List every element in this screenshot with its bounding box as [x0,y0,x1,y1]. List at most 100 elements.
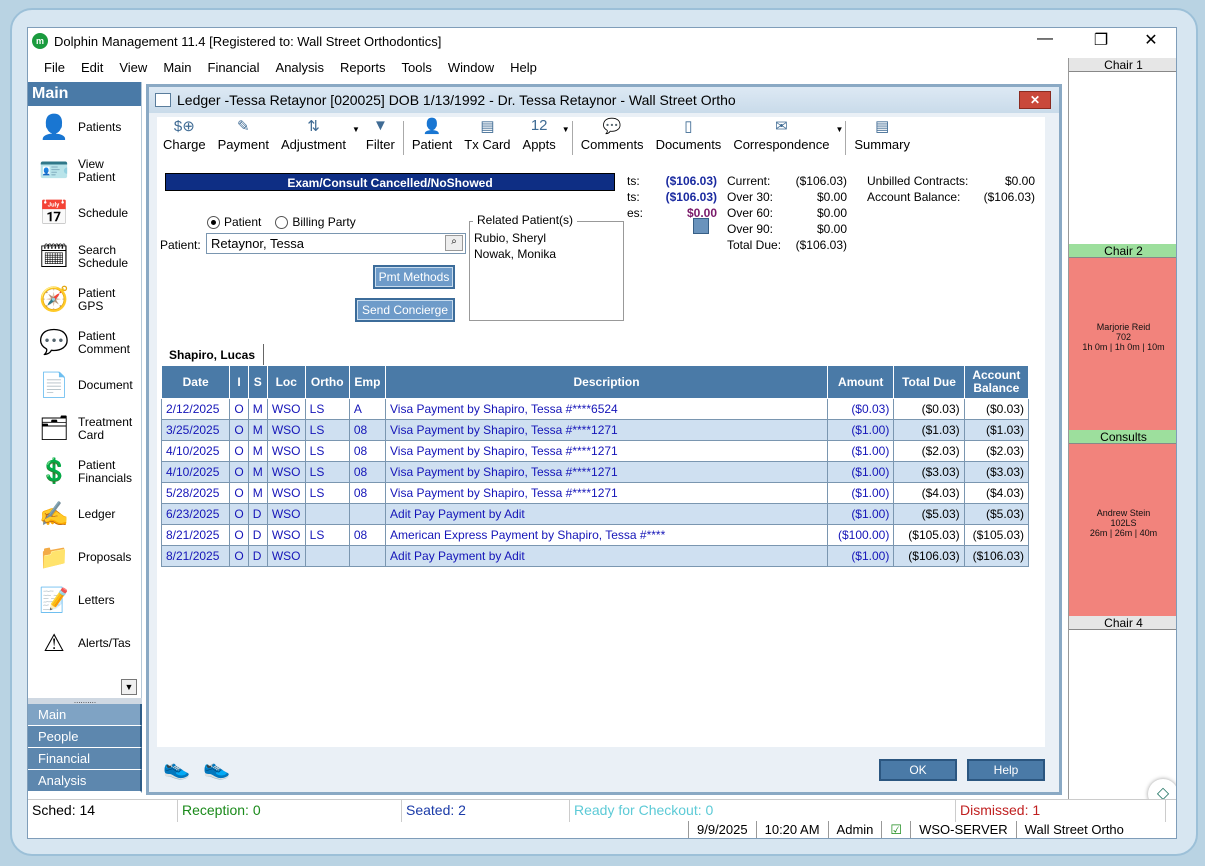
column-header[interactable]: I [229,365,249,399]
menu-edit[interactable]: Edit [73,60,111,75]
nav-item-view-patient[interactable]: 🪪 View Patient [28,149,141,192]
appointment-block[interactable]: Andrew Stein 102LS 26m | 26m | 40m [1069,444,1176,616]
system-info-bar: 9/9/2025 10:20 AM Admin ☑ WSO-SERVER Wal… [688,821,1132,838]
chair-2-header: Chair 2 [1069,244,1176,258]
table-row[interactable]: 6/23/2025 O D WSO Adit Pay Payment by Adit ($… [160,503,1030,525]
comments-button[interactable]: 💬 Comments [575,117,650,152]
shoe-icon[interactable]: 👟 [203,755,230,781]
nav-item-document[interactable]: 📄 Document [28,364,141,407]
table-cell: M [247,419,268,441]
filter-button[interactable]: ▼ Filter [360,117,401,152]
menu-view[interactable]: View [111,60,155,75]
appointment-patient: Andrew Stein [1096,508,1151,518]
toolbar-button-label: Tx Card [464,137,511,152]
related-patient-item[interactable]: Nowak, Monika [470,246,623,262]
table-cell: LS [304,524,350,546]
column-header[interactable]: Account Balance [963,365,1030,399]
ok-button[interactable]: OK [879,759,957,781]
correspondence-button[interactable]: ✉ Correspondence [727,117,835,152]
nav-item-patient-comment[interactable]: 💬 Patient Comment [28,321,141,364]
table-row[interactable]: 8/21/2025 O D WSO LS 08 American Express Payme… [160,524,1030,546]
nav-item-patient-gps[interactable]: 🧭 Patient GPS [28,278,141,321]
tx-card-button[interactable]: ▤ Tx Card [458,117,516,152]
charge-button[interactable]: $⊕ Charge [157,117,212,152]
table-cell: LS [304,482,350,504]
table-cell: WSO [266,482,306,504]
menu-tools[interactable]: Tools [393,60,439,75]
close-button[interactable]: ✕ [1136,30,1166,50]
nav-tab-people[interactable]: People [28,726,142,748]
payment-button[interactable]: ✎ Payment [212,117,275,152]
table-cell: M [247,440,268,462]
nav-scroll-down-button[interactable]: ▼ [121,679,137,695]
ledger-title-bar: Ledger -Tessa Retaynor [020025] DOB 1/13… [149,87,1059,113]
column-header[interactable]: Amount [827,365,895,399]
menu-file[interactable]: File [28,60,73,75]
toolbar-button-label: Summary [854,137,910,152]
table-row[interactable]: 2/12/2025 O M WSO LS A Visa Payment by Shapiro… [160,398,1030,420]
send-concierge-button[interactable]: Send Concierge [355,298,455,322]
menu-analysis[interactable]: Analysis [268,60,332,75]
column-header[interactable]: Loc [266,365,306,399]
patient-button[interactable]: 👤 Patient [406,117,458,152]
refresh-totals-button[interactable] [693,218,709,234]
menu-reports[interactable]: Reports [332,60,394,75]
tab-shapiro-lucas[interactable]: Shapiro, Lucas [161,344,265,366]
dropdown-arrow-icon[interactable]: ▼ [352,125,360,134]
pmt-methods-button[interactable]: Pmt Methods [373,265,455,289]
adjustment-button[interactable]: ⇅ Adjustment [275,117,352,152]
nav-item-schedule[interactable]: 📅 Schedule [28,192,141,235]
table-cell: 6/23/2025 [160,503,231,525]
menu-help[interactable]: Help [502,60,545,75]
patient-lookup-icon[interactable]: ⌕ [445,235,463,251]
menu-main[interactable]: Main [155,60,199,75]
nav-item-letters[interactable]: 📝 Letters [28,579,141,622]
patient-radio[interactable] [207,215,220,229]
table-cell: ($3.03) [893,461,965,483]
column-header[interactable]: Total Due [893,365,965,399]
nav-item-search-schedule[interactable]: 🗓 Search Schedule [28,235,141,278]
nav-tab-main[interactable]: Main [28,704,142,726]
nav-tab-financial[interactable]: Financial [28,748,142,770]
alert-icon: ⚠ [43,630,65,657]
table-cell: ($1.00) [827,440,895,462]
help-button[interactable]: Help [967,759,1045,781]
column-header[interactable]: Ortho [304,365,350,399]
nav-item-ledger[interactable]: ✍ Ledger [28,493,141,536]
menu-window[interactable]: Window [440,60,502,75]
table-row[interactable]: 4/10/2025 O M WSO LS 08 Visa Payment by Shapir… [160,461,1030,483]
appointment-block[interactable]: Marjorie Reid 702 1h 0m | 1h 0m | 10m [1069,258,1176,430]
table-row[interactable]: 4/10/2025 O M WSO LS 08 Visa Payment by Shapir… [160,440,1030,462]
nav-item-treatment-card[interactable]: 🗂 Treatment Card [28,407,141,450]
dropdown-arrow-icon[interactable]: ▼ [562,125,570,134]
restore-button[interactable]: ❐ [1086,30,1116,50]
table-row[interactable]: 3/25/2025 O M WSO LS 08 Visa Payment by Shapir… [160,419,1030,441]
nav-item-alerts-tas[interactable]: ⚠ Alerts/Tas [28,622,141,665]
aging-label: Over 90: [727,222,774,236]
table-cell [304,545,350,567]
column-header[interactable]: Emp [348,365,387,399]
nav-item-patient-financials[interactable]: 💲 Patient Financials [28,450,141,493]
shoe-icon[interactable]: 👟 [163,755,190,781]
treatment-card-icon: 🗂 [38,415,70,442]
ledger-close-button[interactable]: ✕ [1019,91,1051,109]
table-row[interactable]: 5/28/2025 O M WSO LS 08 Visa Payment by Shapir… [160,482,1030,504]
table-row[interactable]: 8/21/2025 O D WSO Adit Pay Payment by Adit ($… [160,545,1030,567]
table-cell: A [348,398,387,420]
patient-input[interactable]: Retaynor, Tessa [206,233,466,254]
dropdown-arrow-icon[interactable]: ▼ [835,125,843,134]
menu-financial[interactable]: Financial [200,60,268,75]
appts-button[interactable]: 12 Appts [517,117,562,152]
nav-item-patients[interactable]: 👤 Patients [28,106,141,149]
documents-button[interactable]: ▯ Documents [650,117,728,152]
column-header[interactable]: S [247,365,268,399]
summary-icon: ▤ [875,118,890,135]
related-patient-item[interactable]: Rubio, Sheryl [470,230,623,246]
billing-party-radio[interactable] [275,215,289,229]
column-header[interactable]: Date [160,365,231,399]
nav-tab-analysis[interactable]: Analysis [28,770,142,792]
nav-item-proposals[interactable]: 📁 Proposals [28,536,141,579]
minimize-button[interactable]: — [1030,30,1060,48]
column-header[interactable]: Description [385,365,829,399]
summary-button[interactable]: ▤ Summary [848,117,916,152]
